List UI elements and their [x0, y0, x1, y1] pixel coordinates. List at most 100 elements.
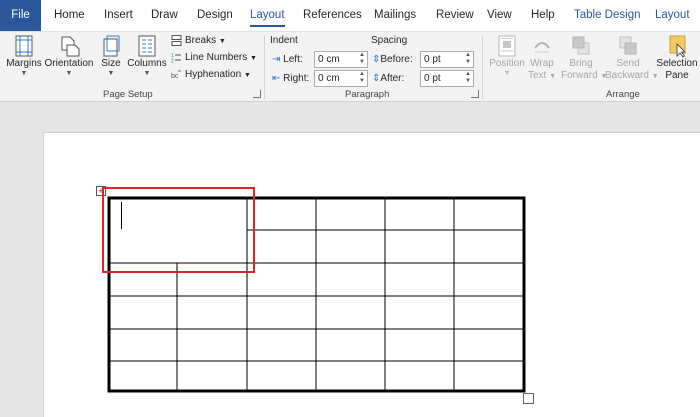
indent-left-value: 0 cm	[318, 54, 340, 65]
margins-button[interactable]: Margins ▼	[6, 34, 42, 78]
size-label: Size	[101, 58, 121, 69]
tab-view[interactable]: View	[487, 0, 512, 31]
columns-label: Columns	[127, 58, 167, 69]
tab-design[interactable]: Design	[197, 0, 233, 31]
paragraph-group-label: Paragraph	[345, 89, 390, 100]
columns-button[interactable]: Columns ▼	[127, 34, 167, 78]
send-backward-label-2-text: Backward	[605, 70, 649, 81]
chevron-down-icon: ▼	[218, 38, 226, 45]
tab-home[interactable]: Home	[54, 0, 85, 31]
arrange-group-label: Arrange	[606, 89, 640, 100]
tab-draw[interactable]: Draw	[151, 0, 178, 31]
chevron-down-icon: ▼	[549, 73, 557, 80]
breaks-icon	[171, 34, 182, 46]
bring-forward-label-2: Forward ▼	[561, 70, 607, 83]
selection-pane-button[interactable]: Selection Pane	[655, 34, 699, 82]
indent-right-field[interactable]: 0 cm ▲ ▼	[314, 70, 368, 87]
spacing-before-field[interactable]: 0 pt ▲ ▼	[420, 51, 474, 68]
selection-pane-label-1: Selection	[656, 58, 698, 69]
paragraph-launcher-icon[interactable]	[471, 90, 479, 98]
tab-mailings[interactable]: Mailings	[374, 0, 416, 31]
chevron-down-icon: ▼	[107, 70, 115, 77]
chevron-down-icon: ▼	[143, 70, 151, 77]
document-page[interactable]	[43, 132, 700, 417]
spinner-arrows-icon[interactable]: ▲ ▼	[359, 52, 365, 66]
bring-forward-button[interactable]: Bring Forward ▼	[561, 34, 607, 83]
line-numbers-button[interactable]: 1 2 Line Numbers ▼	[171, 49, 257, 66]
svg-text:bc: bc	[171, 73, 179, 80]
spinner-arrows-icon[interactable]: ▲ ▼	[465, 71, 471, 85]
spacing-after-field[interactable]: 0 pt ▲ ▼	[420, 70, 474, 87]
selection-pane-icon	[669, 35, 686, 58]
chevron-down-icon: ▼	[250, 55, 257, 62]
spacing-after-label-row: ⇕After:	[372, 70, 404, 87]
breaks-label: Breaks	[185, 35, 217, 46]
svg-text:2: 2	[171, 58, 174, 63]
page-setup-group-label: Page Setup	[103, 89, 153, 100]
tab-layout[interactable]: Layout	[250, 0, 285, 31]
chevron-down-icon: ▼	[20, 70, 28, 77]
indent-heading: Indent	[270, 35, 298, 46]
line-numbers-label: Line Numbers	[185, 52, 248, 63]
orientation-label: Orientation	[44, 58, 94, 69]
wrap-text-icon	[534, 42, 550, 53]
hyphenation-button[interactable]: bc Hyphenation ▼	[171, 66, 251, 83]
bring-forward-label-2-text: Forward	[561, 70, 598, 81]
position-icon	[498, 35, 516, 57]
spacing-after-label: After:	[380, 73, 405, 84]
bring-forward-label-1: Bring	[569, 58, 593, 69]
size-button[interactable]: Size ▼	[99, 34, 123, 78]
tab-table-design[interactable]: Table Design	[574, 0, 640, 31]
send-backward-label-2: Backward ▼	[605, 70, 659, 83]
indent-right-value: 0 cm	[318, 73, 340, 84]
send-backward-label-1: Send	[616, 58, 640, 69]
highlight-annotation	[102, 187, 255, 273]
tab-references[interactable]: References	[303, 0, 362, 31]
wrap-text-button[interactable]: Wrap Text ▼	[528, 34, 556, 83]
page-size-icon	[103, 35, 120, 57]
table-resize-handle-icon[interactable]	[523, 393, 534, 404]
indent-left-label-row: ⇥ Left:	[272, 51, 303, 68]
indent-right-label-row: ⇤ Right:	[272, 70, 309, 87]
selection-pane-label-2: Pane	[665, 70, 689, 81]
ribbon: Margins ▼ Orientation ▼ Size ▼ Columns ▼…	[0, 31, 700, 102]
spacing-after-value: 0 pt	[424, 73, 441, 84]
tab-review[interactable]: Review	[436, 0, 474, 31]
indent-right-label: Right:	[283, 73, 310, 84]
spinner-arrows-icon[interactable]: ▲ ▼	[465, 52, 471, 66]
chevron-down-icon: ▼	[243, 72, 251, 79]
send-backward-button[interactable]: Send Backward ▼	[605, 34, 659, 83]
columns-icon	[138, 35, 156, 57]
orientation-icon	[61, 36, 80, 57]
menu-bar: File Home Insert Draw Design Layout Refe…	[0, 0, 700, 31]
tab-file[interactable]: File	[0, 0, 41, 31]
wrap-text-label-2-text: Text	[528, 70, 547, 81]
tab-help[interactable]: Help	[531, 0, 555, 31]
tab-insert[interactable]: Insert	[104, 0, 133, 31]
margins-icon	[15, 35, 33, 57]
bring-forward-icon	[572, 36, 590, 55]
chevron-down-icon: ▼	[65, 70, 73, 77]
spacing-before-label: Before:	[380, 54, 413, 65]
breaks-button[interactable]: Breaks ▼	[171, 32, 226, 49]
tab-table-layout[interactable]: Layout	[655, 0, 690, 31]
hyphenation-icon: bc	[171, 70, 181, 80]
chevron-down-icon: ▼	[503, 70, 511, 77]
spacing-before-label-row: ⇕Before:	[372, 51, 413, 68]
spinner-arrows-icon[interactable]: ▲ ▼	[359, 71, 365, 85]
send-backward-icon	[619, 36, 637, 55]
orientation-button[interactable]: Orientation ▼	[44, 34, 94, 78]
group-divider	[264, 35, 265, 99]
spacing-before-value: 0 pt	[424, 54, 441, 65]
page-setup-launcher-icon[interactable]	[253, 90, 261, 98]
spacing-heading: Spacing	[371, 35, 408, 46]
position-button[interactable]: Position ▼	[489, 34, 525, 78]
position-label: Position	[489, 58, 525, 69]
hyphenation-label: Hyphenation	[185, 69, 242, 80]
wrap-text-label-1: Wrap	[530, 58, 554, 69]
line-numbers-icon: 12	[171, 53, 181, 63]
indent-left-field[interactable]: 0 cm ▲ ▼	[314, 51, 368, 68]
margins-label: Margins	[6, 58, 42, 69]
wrap-text-label-2: Text ▼	[528, 70, 556, 83]
indent-right-icon: ⇤	[272, 73, 281, 84]
